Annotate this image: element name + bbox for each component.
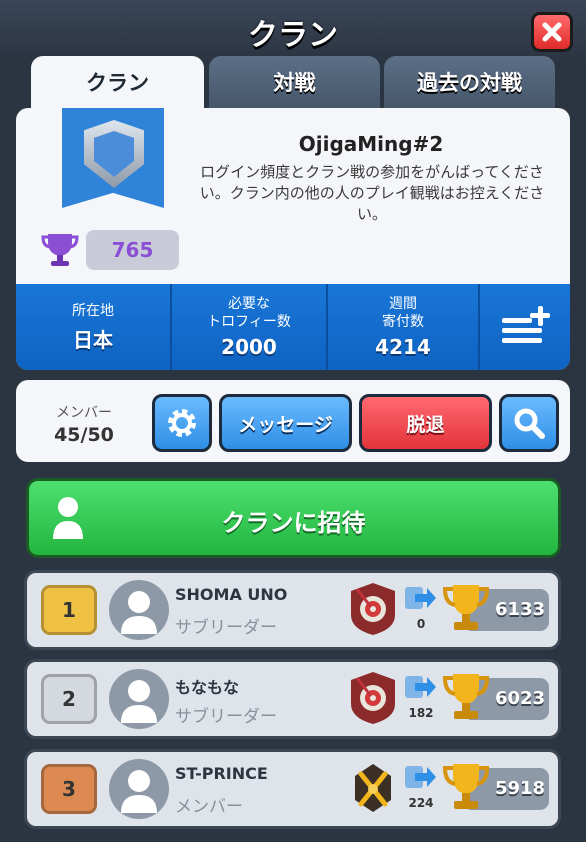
page-title: クラン — [248, 18, 338, 53]
clan-war-target-icon — [351, 583, 395, 635]
trophy-count: 5918 — [494, 778, 546, 799]
search-icon — [514, 408, 545, 439]
search-button[interactable] — [499, 394, 559, 452]
close-button[interactable] — [531, 12, 573, 52]
player-name: もなもな — [175, 678, 240, 697]
trophy-icon — [442, 764, 490, 809]
clan-menu-add-icon[interactable] — [500, 304, 552, 346]
close-icon — [542, 22, 562, 42]
member-row[interactable]: 1 SHOMA UNO サブリーダー 0 6133 — [24, 570, 561, 650]
member-row[interactable]: 3 ST-PRINCE メンバー 224 5918 — [24, 749, 561, 829]
player-role: サブリーダー — [175, 618, 277, 638]
stat-required-trophies: 必要な トロフィー数 2000 — [172, 284, 326, 370]
clan-name: OjigaMing#2 — [298, 132, 444, 156]
donation-count: 182 — [408, 706, 434, 720]
clan-trophy-count: 765 — [86, 230, 179, 270]
trophy-count: 6133 — [494, 599, 546, 620]
donation-icon — [405, 766, 436, 788]
avatar — [109, 669, 169, 729]
clan-info-panel: 765 OjigaMing#2 ログイン頻度とクラン戦の参加をがんばってください… — [16, 108, 570, 370]
member-row[interactable]: 2 もなもな サブリーダー 182 6023 — [24, 659, 561, 739]
stat-location: 所在地 日本 — [16, 284, 170, 370]
trophy-icon — [442, 585, 490, 630]
rank-badge: 2 — [41, 674, 97, 724]
stat-weekly-donations-label: 週間 寄付数 — [382, 296, 424, 330]
trophy-icon — [442, 674, 490, 719]
clan-stats-bar: 所在地 日本 必要な トロフィー数 2000 週間 寄付数 4214 — [16, 284, 570, 370]
message-button[interactable]: メッセージ — [219, 394, 352, 452]
avatar — [109, 759, 169, 819]
stat-location-label: 所在地 — [72, 302, 114, 319]
clan-trophy-icon — [41, 234, 79, 266]
player-name: ST-PRINCE — [175, 764, 268, 783]
stat-weekly-donations: 週間 寄付数 4214 — [328, 284, 478, 370]
trophy-count: 6023 — [494, 688, 546, 709]
members-count: 45/50 — [54, 424, 114, 446]
stat-location-value: 日本 — [73, 327, 113, 352]
stat-required-trophies-value: 2000 — [221, 335, 277, 359]
leave-button[interactable]: 脱退 — [359, 394, 492, 452]
player-name: SHOMA UNO — [175, 585, 288, 604]
tab-clan[interactable]: クラン — [31, 56, 204, 108]
clan-war-swords-icon — [355, 764, 391, 812]
clan-war-target-icon — [351, 672, 395, 724]
stat-required-trophies-label: 必要な トロフィー数 — [207, 296, 291, 330]
donation-count: 224 — [408, 796, 434, 810]
donation-icon — [405, 676, 436, 698]
divider — [478, 284, 480, 370]
donation-count: 0 — [416, 617, 426, 631]
invite-label: クランに招待 — [221, 509, 366, 537]
clan-description: ログイン頻度とクラン戦の参加をがんばってください。クラン内の他の人のプレイ観戦は… — [199, 163, 545, 223]
avatar — [109, 580, 169, 640]
settings-button[interactable] — [152, 394, 212, 452]
invite-to-clan-button[interactable]: クランに招待 — [26, 478, 561, 558]
rank-badge: 1 — [41, 585, 97, 635]
gear-icon — [168, 409, 196, 437]
rank-badge: 3 — [41, 764, 97, 814]
player-role: メンバー — [175, 797, 243, 817]
tab-war[interactable]: 対戦 — [209, 56, 380, 108]
donation-icon — [405, 587, 436, 609]
header-bar: クラン — [0, 0, 586, 62]
members-toolbar: メンバー 45/50 メッセージ 脱退 — [16, 380, 570, 462]
player-role: サブリーダー — [175, 707, 277, 727]
members-label: メンバー — [56, 405, 112, 421]
tab-past-wars[interactable]: 過去の対戦 — [384, 56, 555, 108]
tab-bar: クラン 対戦 過去の対戦 — [0, 56, 586, 108]
stat-weekly-donations-value: 4214 — [375, 335, 431, 359]
